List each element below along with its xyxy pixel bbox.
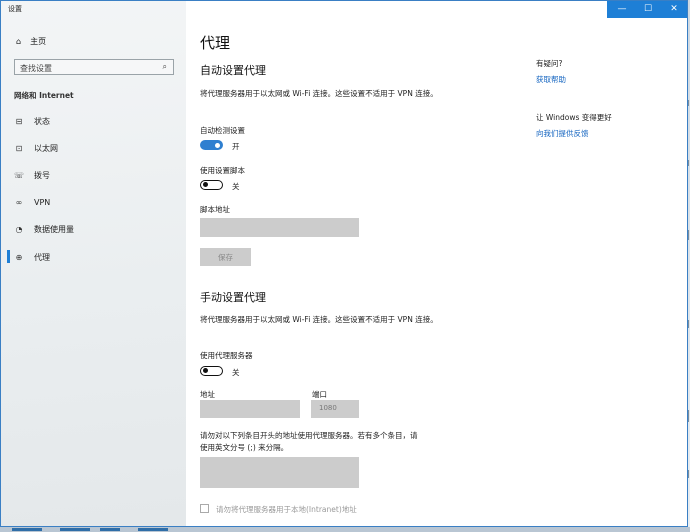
dialup-icon: ☏ <box>14 170 25 180</box>
sidebar-item-label: 数据使用量 <box>34 224 74 234</box>
auto-proxy-description: 将代理服务器用于以太网或 Wi-Fi 连接。这些设置不适用于 VPN 连接。 <box>200 89 438 98</box>
sidebar-item-label: 状态 <box>34 116 50 126</box>
main-pane: 代理 自动设置代理 将代理服务器用于以太网或 Wi-Fi 连接。这些设置不适用于… <box>186 18 686 527</box>
selected-indicator <box>7 250 10 263</box>
title-bar: 设置 — ☐ ✕ <box>0 0 688 18</box>
sidebar-item-label: 主页 <box>30 37 47 46</box>
auto-detect-label: 自动检测设置 <box>200 126 245 135</box>
home-icon: ⌂ <box>16 37 22 46</box>
proxy-address-label: 地址 <box>200 390 215 399</box>
sidebar-item-label: 拨号 <box>34 170 50 180</box>
proxy-address-input[interactable] <box>200 400 300 418</box>
manual-proxy-heading: 手动设置代理 <box>200 291 266 304</box>
exceptions-description-line2: 使用英文分号 (;) 来分隔。 <box>200 443 289 452</box>
close-button[interactable]: ✕ <box>659 0 689 18</box>
setup-script-label: 使用设置脚本 <box>200 166 245 175</box>
sidebar-item-label: VPN <box>34 197 51 207</box>
status-icon: ⊟ <box>15 116 23 126</box>
sidebar-item-status[interactable]: ⊟ 状态 <box>14 114 50 128</box>
sidebar-item-proxy[interactable]: ⊕ 代理 <box>14 250 50 264</box>
sidebar-item-home[interactable]: ⌂ 主页 <box>16 36 46 47</box>
script-address-label: 脚本地址 <box>200 205 230 214</box>
sidebar-item-data-usage[interactable]: ◔ 数据使用量 <box>14 222 75 236</box>
screen: ⌂ 主页 查找设置 ⌕ 网络和 Internet ⊟ 状态 ⊡ 以太网 ☏ 拨号 <box>0 0 690 532</box>
exceptions-description-line1: 请勿对以下列条目开头的地址使用代理服务器。若有多个条目，请 <box>200 431 418 440</box>
proxy-port-label: 端口 <box>312 390 327 399</box>
bypass-local-label: 请勿将代理服务器用于本地(Intranet)地址 <box>216 505 357 514</box>
setup-script-state: 关 <box>232 182 240 191</box>
search-placeholder: 查找设置 <box>20 64 52 73</box>
bypass-local-checkbox[interactable] <box>200 504 209 513</box>
vpn-icon: ∞ <box>15 197 23 207</box>
help-question-title: 有疑问? <box>536 59 563 68</box>
caption-buttons: — ☐ ✕ <box>607 0 688 18</box>
sidebar-item-label: 代理 <box>34 252 50 262</box>
exceptions-input[interactable] <box>200 457 359 488</box>
ethernet-icon: ⊡ <box>15 143 23 153</box>
get-help-link[interactable]: 获取帮助 <box>536 74 566 85</box>
script-address-input[interactable] <box>200 218 359 237</box>
proxy-port-input[interactable]: 1080 <box>311 400 359 418</box>
taskbar-edge <box>0 527 690 532</box>
page-title: 代理 <box>200 34 231 52</box>
sidebar: ⌂ 主页 查找设置 ⌕ 网络和 Internet ⊟ 状态 ⊡ 以太网 ☏ 拨号 <box>0 0 186 527</box>
sidebar-item-dialup[interactable]: ☏ 拨号 <box>14 168 50 182</box>
auto-detect-state: 开 <box>232 142 240 151</box>
use-proxy-toggle[interactable] <box>200 366 223 376</box>
section-label: 网络和 Internet <box>14 91 74 100</box>
improve-windows-title: 让 Windows 变得更好 <box>536 113 612 122</box>
auto-proxy-heading: 自动设置代理 <box>200 64 266 77</box>
proxy-globe-icon: ⊕ <box>15 252 23 262</box>
auto-detect-toggle[interactable] <box>200 140 223 150</box>
setup-script-toggle[interactable] <box>200 180 223 190</box>
sidebar-item-label: 以太网 <box>34 143 58 153</box>
settings-window: ⌂ 主页 查找设置 ⌕ 网络和 Internet ⊟ 状态 ⊡ 以太网 ☏ 拨号 <box>0 0 688 527</box>
search-icon[interactable]: ⌕ <box>163 62 167 72</box>
data-usage-icon: ◔ <box>15 224 23 234</box>
use-proxy-label: 使用代理服务器 <box>200 351 253 360</box>
window-title: 设置 <box>8 5 22 13</box>
use-proxy-state: 关 <box>232 368 240 377</box>
save-button[interactable]: 保存 <box>200 248 251 266</box>
sidebar-item-ethernet[interactable]: ⊡ 以太网 <box>14 141 58 155</box>
proxy-port-value: 1080 <box>319 404 337 412</box>
feedback-link[interactable]: 向我们提供反馈 <box>536 128 589 139</box>
sidebar-item-vpn[interactable]: ∞ VPN <box>14 195 51 209</box>
search-input[interactable]: 查找设置 ⌕ <box>14 59 174 75</box>
manual-proxy-description: 将代理服务器用于以太网或 Wi-Fi 连接。这些设置不适用于 VPN 连接。 <box>200 315 438 324</box>
